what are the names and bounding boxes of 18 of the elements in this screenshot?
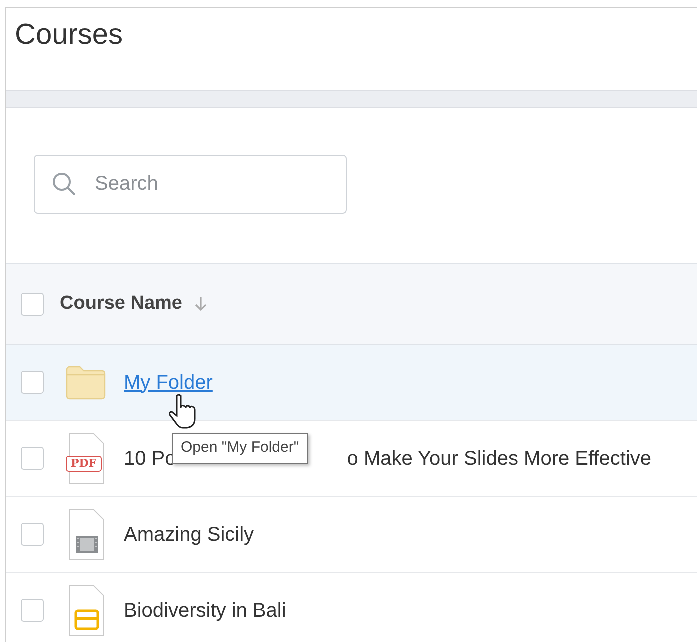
tooltip: Open "My Folder" [172,433,308,464]
checkbox[interactable] [21,447,44,470]
search-icon [51,171,77,197]
folder-icon [66,366,106,400]
checkbox[interactable] [21,292,44,316]
hand-cursor-icon [169,394,199,430]
folder-link[interactable]: My Folder [124,368,213,398]
table-row[interactable]: My Folder [6,345,697,421]
column-header[interactable]: Course Name [60,290,182,318]
checkbox[interactable] [21,599,44,622]
page-title: Courses [15,18,124,52]
search-field[interactable]: Search [34,155,347,214]
checkbox[interactable] [21,523,44,546]
course-title[interactable]: Biodiversity in Bali [124,596,286,626]
course-title[interactable]: o Make Your Slides More Effective [347,444,652,474]
sort-down-icon[interactable] [194,296,206,312]
checkbox[interactable] [21,371,44,394]
course-title[interactable]: Amazing Sicily [124,520,254,550]
